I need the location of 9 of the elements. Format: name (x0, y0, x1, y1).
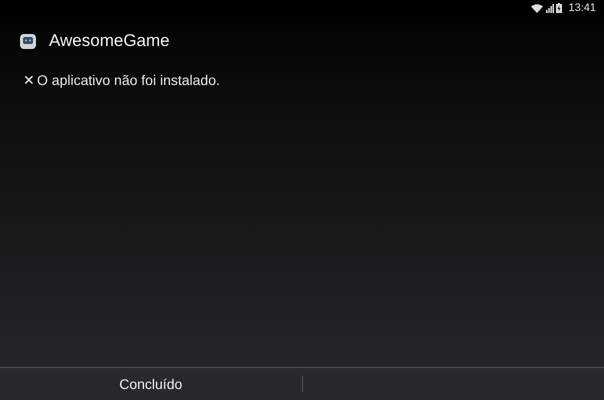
error-icon: ✕ (23, 72, 35, 88)
signal-icon (546, 4, 554, 12)
battery-icon (556, 3, 562, 13)
error-message: O aplicativo não foi instalado. (37, 72, 220, 88)
wifi-icon (531, 4, 544, 12)
done-button[interactable]: Concluído (111, 372, 190, 396)
app-title: AwesomeGame (49, 31, 170, 51)
app-icon (19, 32, 37, 50)
clock-time: 13:41 (568, 2, 596, 14)
